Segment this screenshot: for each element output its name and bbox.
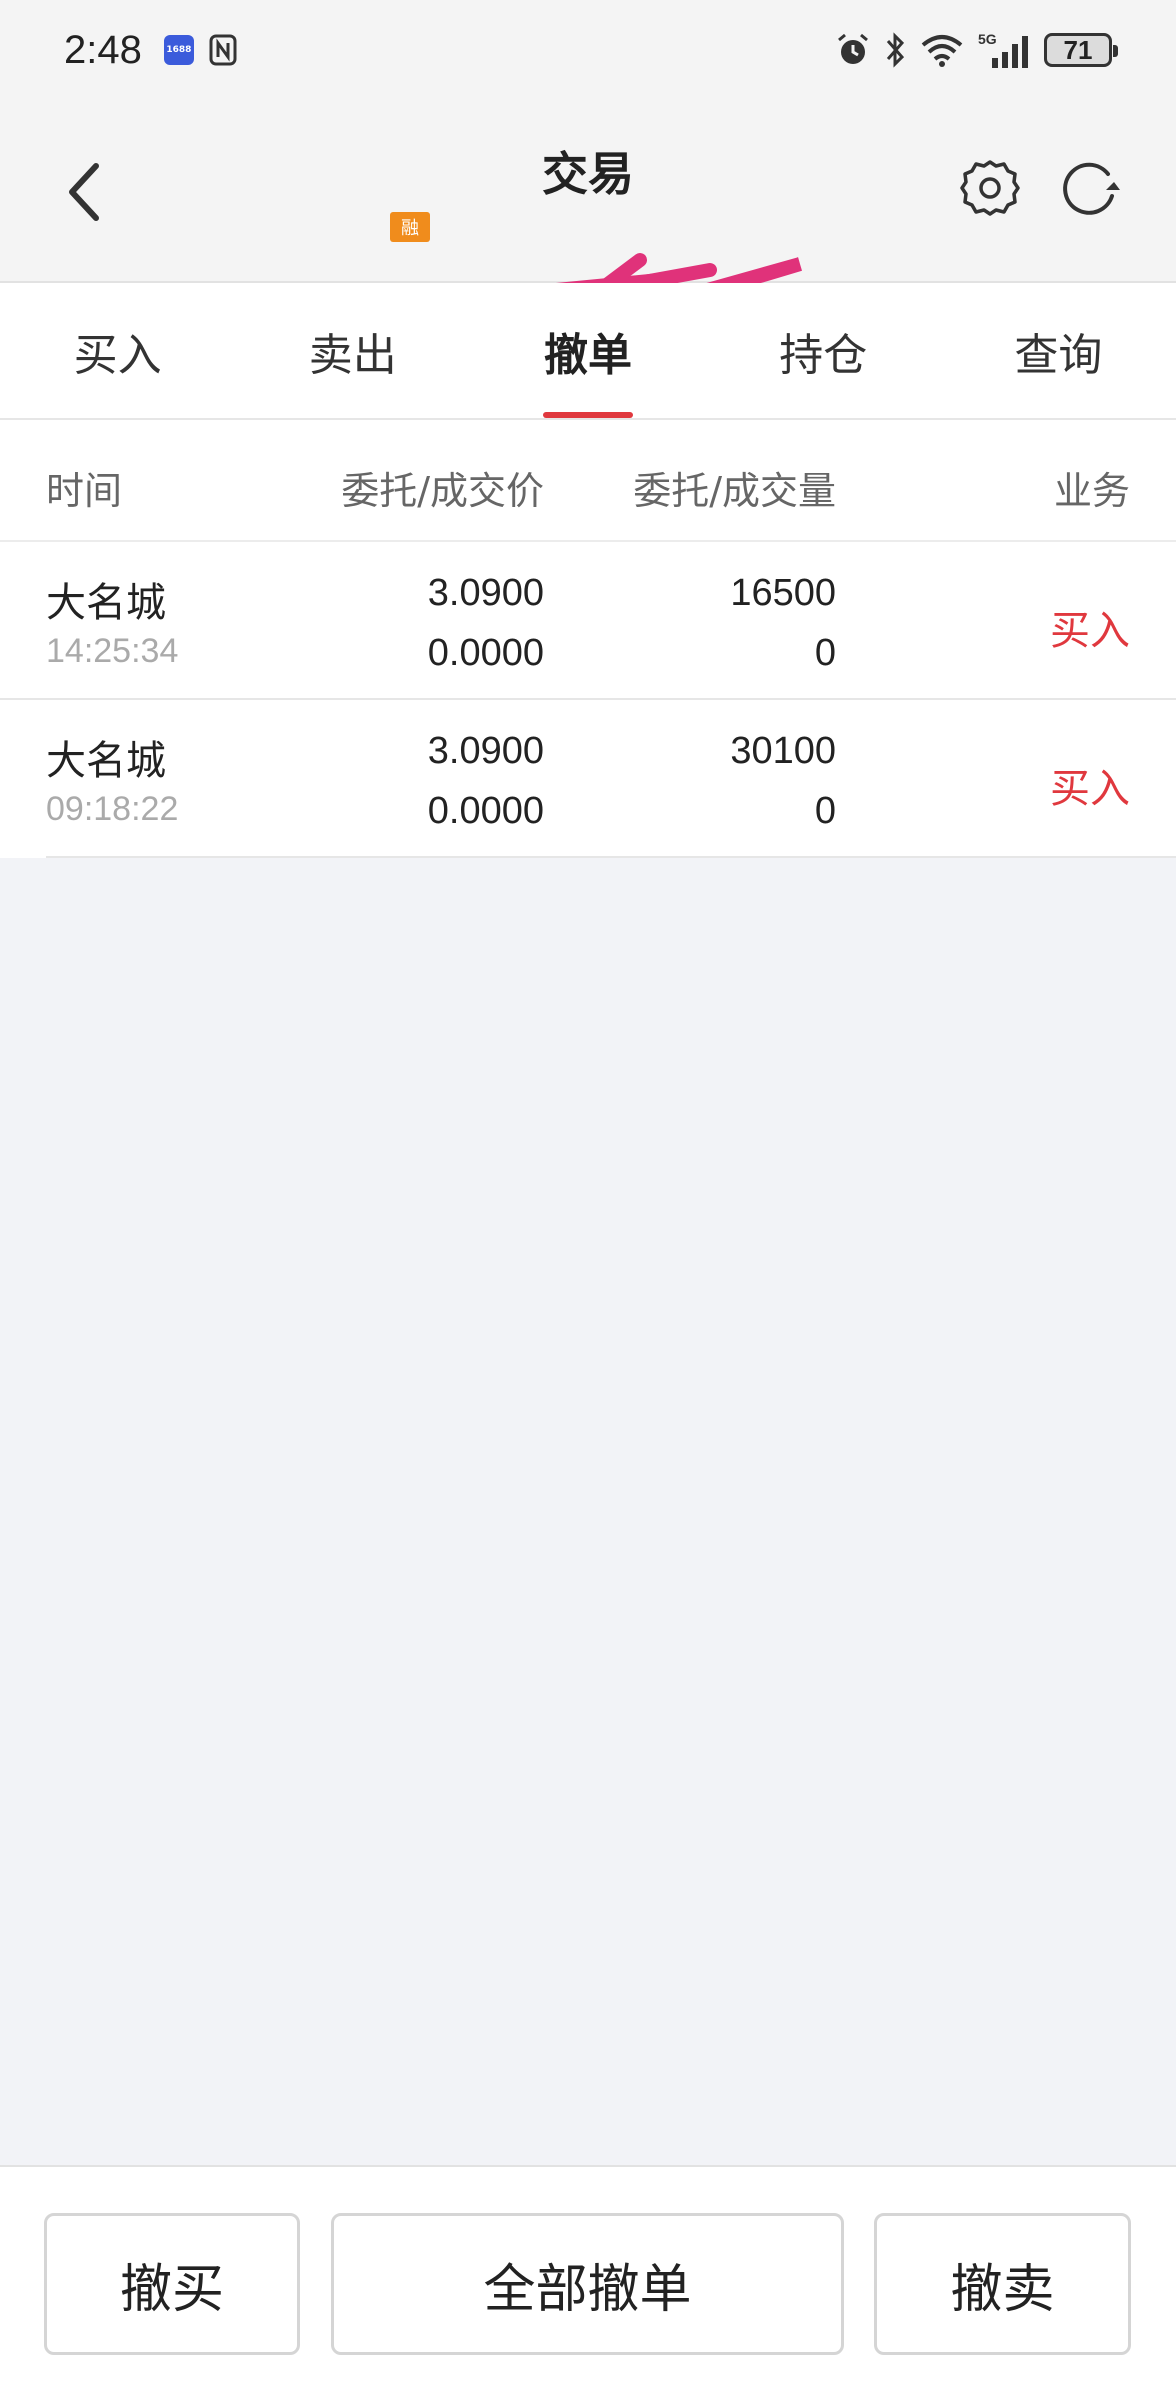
tab-cancel-order[interactable]: 撤单 <box>470 283 705 418</box>
tab-sell[interactable]: 卖出 <box>235 283 470 418</box>
order-time: 14:25:34 <box>46 632 179 670</box>
order-qty: 30100 <box>730 730 836 772</box>
status-time: 2:48 <box>64 27 142 72</box>
trade-screen: 2:48 1688 5G 71 交易 融 买入 卖出 撤单 持仓 查询 时间 委… <box>0 0 1176 2400</box>
order-price: 3.0900 <box>427 730 544 772</box>
refresh-icon[interactable] <box>1058 156 1124 220</box>
order-row[interactable]: 大名城 14:25:34 3.0900 0.0000 16500 0 买入 <box>0 542 1176 700</box>
settings-gear-icon[interactable] <box>958 156 1022 220</box>
battery-icon: 71 <box>1044 33 1118 67</box>
bottom-action-bar: 撤买 全部撤单 撤卖 <box>0 2165 1176 2400</box>
system-icons: 5G 71 <box>834 30 1118 70</box>
bluetooth-icon <box>886 32 905 68</box>
wifi-icon <box>921 35 963 67</box>
tab-query[interactable]: 查询 <box>941 283 1176 418</box>
column-price: 委托/成交价 <box>341 469 544 513</box>
tab-buy[interactable]: 买入 <box>0 283 235 418</box>
cancel-buy-button[interactable]: 撤买 <box>44 2213 300 2355</box>
deal-price: 0.0000 <box>427 632 544 674</box>
cancel-all-button[interactable]: 全部撤单 <box>331 2213 844 2355</box>
business-type: 买入 <box>1050 766 1130 812</box>
column-business: 业务 <box>1053 469 1130 513</box>
order-row[interactable]: 大名城 09:18:22 3.0900 0.0000 30100 0 买入 <box>46 700 1176 858</box>
app-header: 交易 融 <box>0 100 1176 377</box>
business-type: 买入 <box>1050 608 1130 654</box>
order-time: 09:18:22 <box>46 790 179 828</box>
order-qty: 16500 <box>730 572 836 614</box>
stock-name: 大名城 <box>46 738 166 784</box>
stock-name: 大名城 <box>46 580 166 626</box>
status-bar: 2:48 1688 5G 71 <box>0 0 1176 100</box>
notification-icons: 1688 <box>163 33 238 67</box>
tab-positions[interactable]: 持仓 <box>706 283 941 418</box>
alarm-icon <box>838 33 868 64</box>
deal-qty: 0 <box>814 632 836 674</box>
order-table-header: 时间 委托/成交价 委托/成交量 业务 <box>0 420 1176 542</box>
trade-tabs: 买入 卖出 撤单 持仓 查询 <box>0 283 1176 420</box>
svg-text:5G: 5G <box>978 31 997 47</box>
pending-orders-list: 大名城 14:25:34 3.0900 0.0000 16500 0 买入 大名… <box>0 542 1176 858</box>
deal-qty: 0 <box>814 790 836 832</box>
column-time: 时间 <box>46 469 123 513</box>
app-1688-icon: 1688 <box>163 35 194 65</box>
deal-price: 0.0000 <box>427 790 544 832</box>
cellular-signal-icon: 5G <box>978 31 1028 68</box>
order-price: 3.0900 <box>427 572 544 614</box>
nfc-icon <box>209 34 237 66</box>
cancel-sell-button[interactable]: 撤卖 <box>874 2213 1131 2355</box>
column-qty: 委托/成交量 <box>633 469 836 513</box>
